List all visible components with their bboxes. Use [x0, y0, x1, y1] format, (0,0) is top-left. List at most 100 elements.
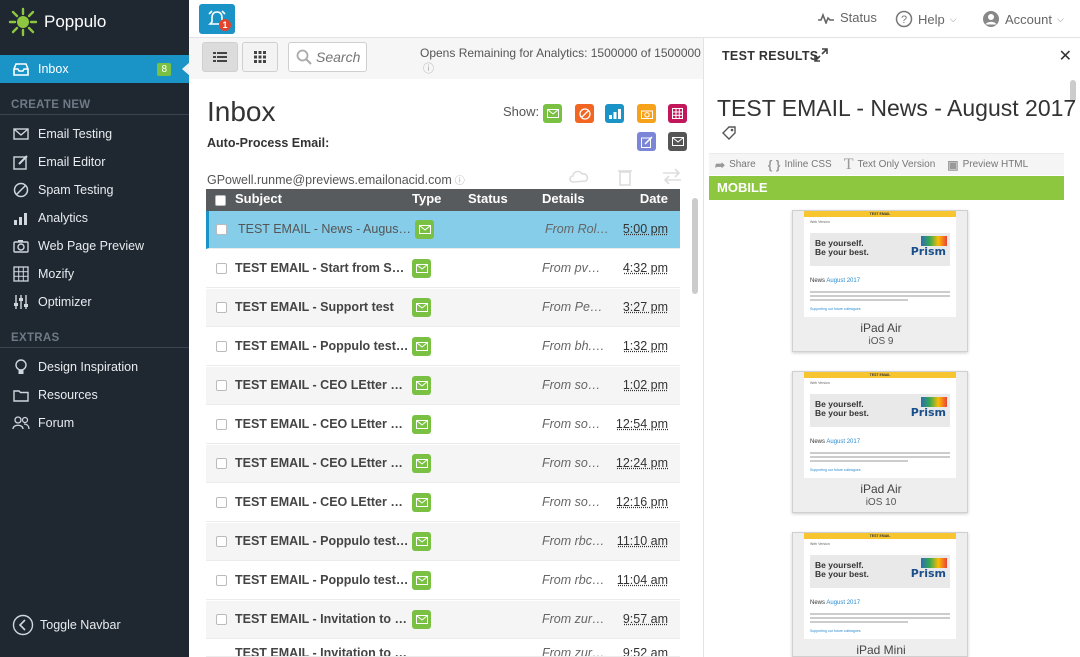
row-checkbox[interactable]: [216, 419, 227, 430]
sidebar-item-resources[interactable]: Resources: [0, 381, 189, 409]
cloud-icon[interactable]: [568, 168, 590, 187]
device-preview-card[interactable]: TEST EMAIL Web Version Be yourself. Be yo…: [792, 210, 968, 352]
sidebar-item-spam-testing[interactable]: Spam Testing: [0, 176, 189, 204]
trash-icon[interactable]: [617, 168, 633, 189]
row-checkbox[interactable]: [216, 458, 227, 469]
table-row[interactable]: TEST EMAIL - CEO LEtter SWORD From sono.…: [206, 445, 680, 483]
status-link[interactable]: Status: [817, 10, 877, 25]
preview-html-button[interactable]: ▣ Preview HTML: [947, 158, 1028, 172]
results-action-bar: ➦ Share { } Inline CSS T Text Only Version …: [709, 153, 1064, 175]
table-row[interactable]: TEST EMAIL - Start from Scratch From pvh…: [206, 250, 680, 288]
share-button[interactable]: ➦ Share: [715, 158, 756, 172]
device-name: iPad Mini: [856, 643, 906, 657]
close-icon[interactable]: ✕: [1059, 46, 1072, 66]
table-row[interactable]: TEST EMAIL - Invitation to Rethink From …: [206, 601, 680, 639]
row-checkbox[interactable]: [216, 380, 227, 391]
table-row[interactable]: TEST EMAIL - CEO LEtter SWORD From sono.…: [206, 484, 680, 522]
envelope-icon: [412, 493, 431, 512]
file-image-icon: ▣: [947, 157, 959, 172]
grid-icon: [672, 108, 683, 119]
row-subject: TEST EMAIL - Invitation to Rethink: [235, 646, 410, 657]
text-only-button[interactable]: T Text Only Version: [844, 156, 936, 174]
table-row[interactable]: TEST EMAIL - Invitation to Rethink From …: [206, 640, 680, 657]
info-icon[interactable]: ⓘ: [423, 63, 434, 75]
inline-css-label: Inline CSS: [784, 159, 832, 170]
help-menu[interactable]: ? Help ⌵: [895, 10, 957, 28]
row-checkbox[interactable]: [216, 302, 227, 313]
sidebar-item-forum[interactable]: Forum: [0, 409, 189, 437]
envelope-icon: [546, 109, 559, 118]
device-preview-card[interactable]: TEST EMAIL Web Version Be yourself. Be yo…: [792, 532, 968, 657]
row-details: From Rolls-Royce: [545, 222, 609, 236]
row-time: 9:57 am: [622, 612, 668, 626]
email-thumbnail: TEST EMAIL Web Version Be yourself. Be yo…: [804, 211, 956, 317]
transfer-icon[interactable]: [661, 168, 683, 187]
tag-icon[interactable]: [721, 125, 737, 144]
row-checkbox[interactable]: [216, 575, 227, 586]
expand-icon[interactable]: [814, 48, 828, 65]
email-title: TEST EMAIL - News - August 2017: [717, 95, 1077, 121]
row-checkbox[interactable]: [216, 536, 227, 547]
filter-email-testing-button[interactable]: [543, 104, 562, 123]
table-row[interactable]: TEST EMAIL - News - August 2017 From Rol…: [206, 211, 680, 249]
row-checkbox[interactable]: [216, 263, 227, 274]
filter-mozify-button[interactable]: [668, 104, 687, 123]
table-row[interactable]: TEST EMAIL - Poppulo test email From rbc…: [206, 562, 680, 600]
sidebar-item-label: Email Editor: [38, 155, 106, 169]
account-menu[interactable]: Account ⌵: [982, 10, 1064, 28]
grid-view-button[interactable]: [242, 42, 278, 72]
inbox-scrollbar[interactable]: [692, 198, 698, 294]
sidebar-item-mozify[interactable]: Mozify: [0, 260, 189, 288]
page-title: Inbox: [207, 96, 276, 127]
brand[interactable]: Poppulo: [8, 4, 106, 40]
sidebar-item-optimizer[interactable]: Optimizer: [0, 288, 189, 316]
device-preview-card[interactable]: TEST EMAIL Web Version Be yourself. Be yo…: [792, 371, 968, 513]
column-type[interactable]: Type: [412, 191, 441, 206]
table-row[interactable]: TEST EMAIL - CEO LEtter SWORD From sono.…: [206, 367, 680, 405]
row-subject: TEST EMAIL - CEO LEtter SWORD: [235, 495, 410, 509]
row-checkbox[interactable]: [216, 341, 227, 352]
ban-icon: [578, 107, 591, 120]
sidebar-item-analytics[interactable]: Analytics: [0, 204, 189, 232]
sidebar-item-inbox[interactable]: Inbox 8: [0, 55, 190, 83]
sidebar-item-design-inspiration[interactable]: Design Inspiration: [0, 353, 189, 381]
row-details: From zurich.com: [542, 612, 606, 626]
row-time: 1:32 pm: [622, 339, 668, 353]
sidebar-item-web-page-preview[interactable]: Web Page Preview: [0, 232, 189, 260]
inline-css-button[interactable]: { } Inline CSS: [768, 158, 832, 172]
info-icon[interactable]: ⓘ: [455, 176, 465, 187]
table-row[interactable]: TEST EMAIL - Support test From Pernod 3:…: [206, 289, 680, 327]
pulse-icon: [818, 12, 834, 24]
notifications-button[interactable]: 1: [199, 4, 235, 34]
column-status[interactable]: Status: [468, 191, 508, 206]
table-row[interactable]: TEST EMAIL - Poppulo test email From rbc…: [206, 523, 680, 561]
table-row[interactable]: TEST EMAIL - CEO LEtter SWORD From sono.…: [206, 406, 680, 444]
column-subject[interactable]: Subject: [235, 191, 282, 206]
select-all-checkbox[interactable]: [215, 195, 226, 206]
filter-email-editor-button[interactable]: [637, 132, 656, 151]
camera-icon: [12, 238, 30, 254]
row-checkbox[interactable]: [216, 614, 227, 625]
filter-spam-testing-button[interactable]: [575, 104, 594, 123]
sidebar-item-email-editor[interactable]: Email Editor: [0, 148, 189, 176]
filter-other-button[interactable]: [668, 132, 687, 151]
table-row[interactable]: TEST EMAIL - Poppulo test email From bh.…: [206, 328, 680, 366]
poppulo-logo-icon: [8, 7, 38, 37]
row-details: From bh.com: [542, 339, 606, 353]
section-header-extras: EXTRAS: [11, 332, 60, 344]
toggle-navbar-button[interactable]: Toggle Navbar: [0, 611, 189, 639]
auto-process-label: Auto-Process Email:: [207, 136, 330, 150]
filter-analytics-button[interactable]: [605, 104, 624, 123]
device-os: iOS 10: [865, 497, 897, 508]
row-checkbox[interactable]: [216, 497, 227, 508]
column-details[interactable]: Details: [542, 191, 585, 206]
top-header: 1 Status ? Help ⌵ Account ⌵: [189, 0, 1080, 38]
filter-web-preview-button[interactable]: [637, 104, 656, 123]
sidebar-item-email-testing[interactable]: Email Testing: [0, 120, 189, 148]
row-checkbox[interactable]: [216, 224, 227, 235]
prism-logo: Prism: [910, 245, 946, 258]
column-date[interactable]: Date: [640, 191, 668, 206]
panel-title: TEST RESULTS: [722, 49, 819, 63]
search-input[interactable]: [316, 49, 364, 65]
list-view-button[interactable]: [202, 42, 238, 72]
